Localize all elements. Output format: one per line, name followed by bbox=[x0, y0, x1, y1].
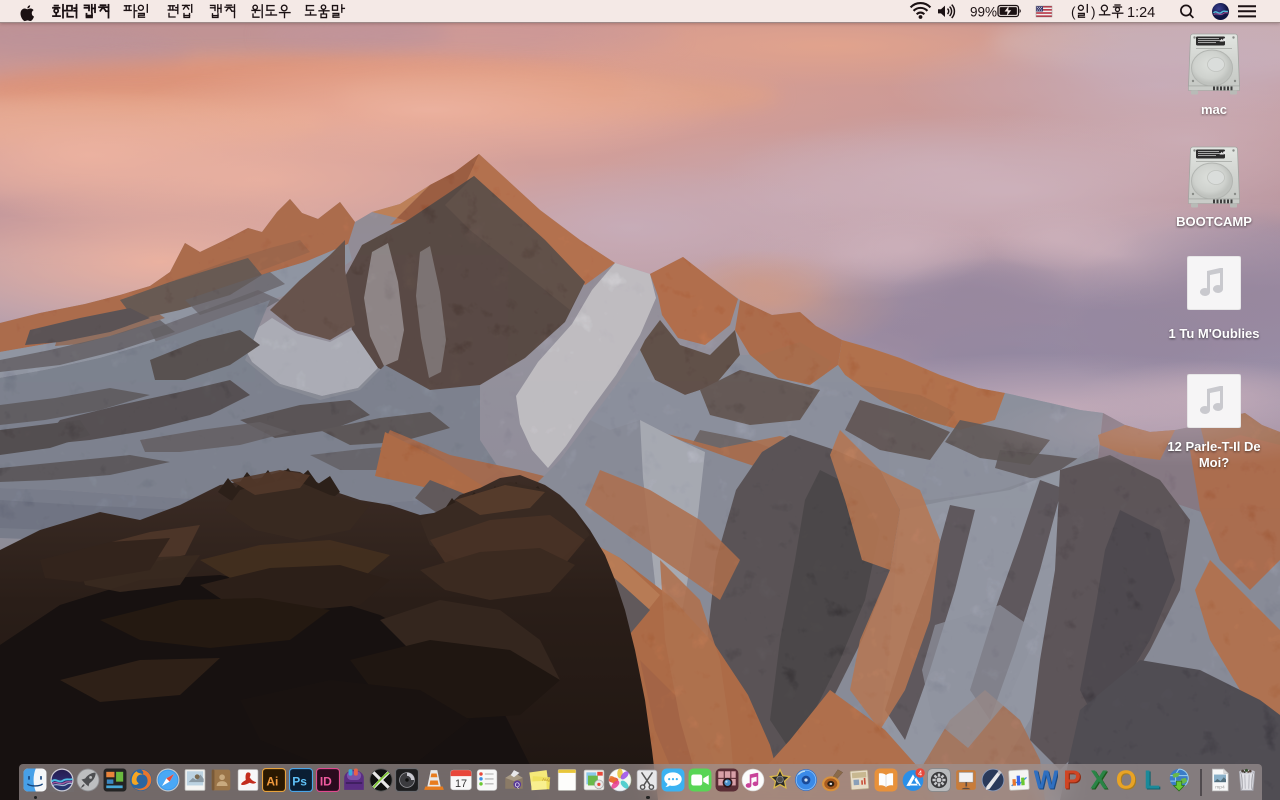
svg-text:Ps: Ps bbox=[292, 774, 307, 788]
svg-text:Aug: Aug bbox=[543, 777, 551, 782]
svg-text:mp4: mp4 bbox=[1215, 785, 1225, 791]
svg-text:P: P bbox=[1064, 768, 1081, 792]
svg-text:X: X bbox=[1090, 768, 1108, 792]
svg-text:Q: Q bbox=[515, 782, 520, 789]
svg-text:ID: ID bbox=[319, 774, 331, 788]
svg-text:W: W bbox=[1034, 768, 1058, 792]
svg-text:L: L bbox=[1144, 768, 1160, 792]
svg-text:(: ( bbox=[1071, 5, 1076, 20]
svg-text:1:24: 1:24 bbox=[1127, 5, 1155, 21]
svg-text:17: 17 bbox=[455, 778, 467, 790]
svg-text:4: 4 bbox=[918, 770, 922, 778]
svg-text:O: O bbox=[1115, 768, 1135, 792]
svg-text:99%: 99% bbox=[970, 5, 997, 20]
svg-text:): ) bbox=[1091, 5, 1096, 20]
svg-text:Ai: Ai bbox=[267, 774, 279, 788]
